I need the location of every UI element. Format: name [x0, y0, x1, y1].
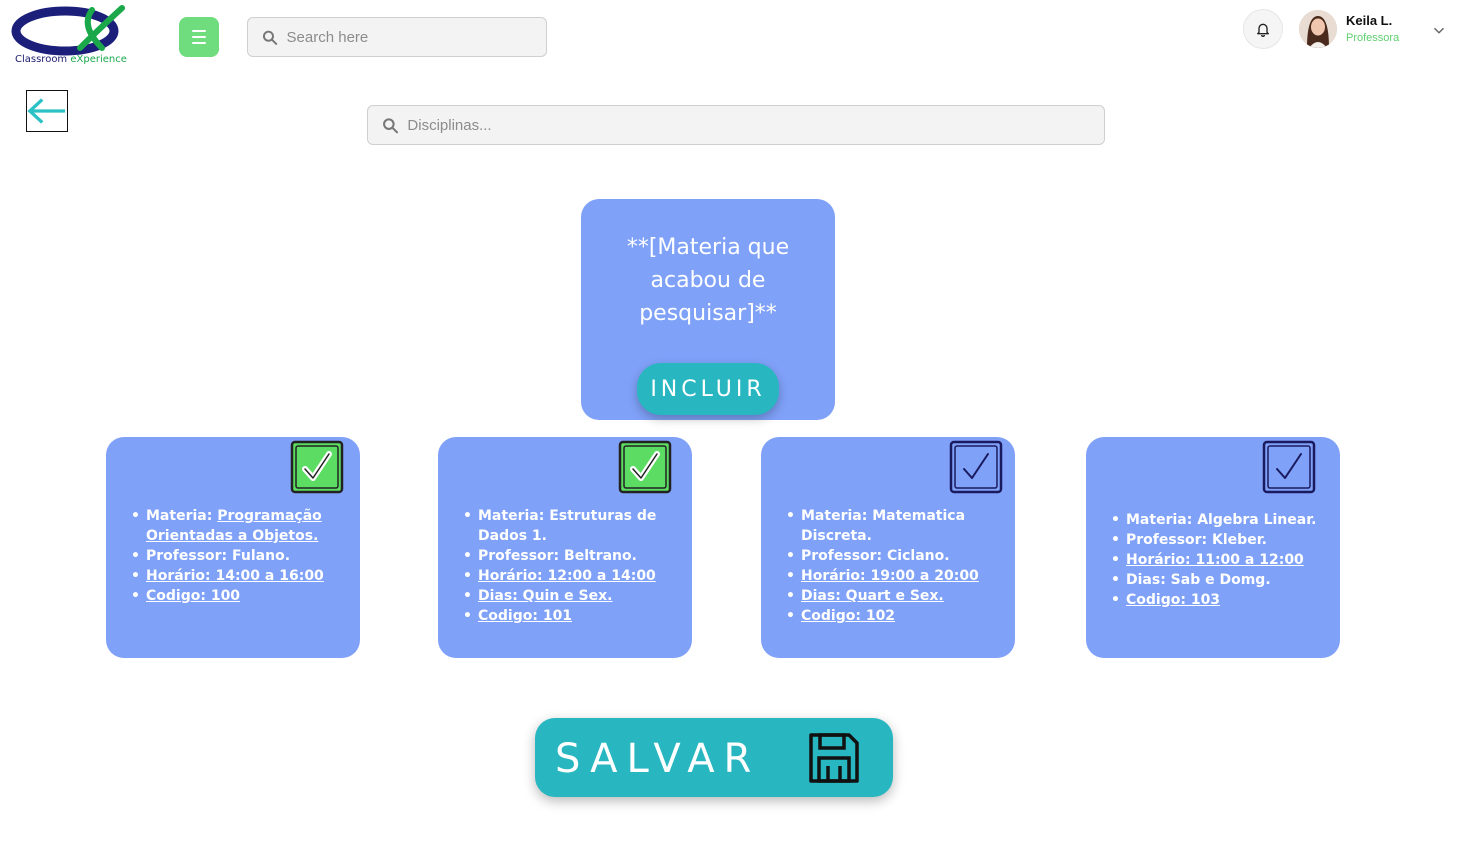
avatar-image [1299, 10, 1337, 48]
course-details: Materia: Estruturas de Dados 1. Professo… [460, 506, 670, 626]
course-code[interactable]: Codigo: 102 [783, 606, 993, 626]
search-icon [262, 30, 278, 45]
course-schedule[interactable]: Horário: 11:00 a 12:00 [1108, 550, 1318, 570]
course-code[interactable]: Codigo: 101 [460, 606, 670, 626]
menu-icon-bar [192, 36, 206, 38]
course-schedule[interactable]: Horário: 19:00 a 20:00 [783, 566, 993, 586]
global-search[interactable] [247, 17, 547, 57]
checkbox-icon[interactable] [618, 440, 672, 494]
course-code[interactable]: Codigo: 100 [128, 586, 338, 606]
menu-icon-bar [192, 42, 206, 44]
menu-icon [192, 30, 206, 32]
checkbox-icon[interactable] [949, 440, 1003, 494]
course-schedule[interactable]: Horário: 14:00 a 16:00 [128, 566, 338, 586]
avatar[interactable] [1299, 10, 1337, 48]
course-subject: Materia: Programação Orientadas a Objeto… [128, 506, 338, 546]
save-button-label: SALVAR [555, 736, 761, 782]
course-card: Materia: Programação Orientadas a Objeto… [106, 437, 360, 658]
search-icon [383, 117, 399, 133]
course-code[interactable]: Codigo: 103 [1108, 590, 1318, 610]
user-role: Professora [1346, 32, 1400, 44]
save-icon [809, 733, 859, 783]
global-search-input[interactable] [286, 28, 546, 46]
course-schedule[interactable]: Horário: 12:00 a 14:00 [460, 566, 670, 586]
course-card: Materia: Matematica Discreta. Professor:… [761, 437, 1015, 658]
course-days: Dias: Sab e Domg. [1108, 570, 1318, 590]
checkbox-icon[interactable] [1262, 440, 1316, 494]
course-details: Materia: Matematica Discreta. Professor:… [783, 506, 993, 626]
include-button[interactable]: INCLUIR [637, 363, 779, 415]
search-result-card: **[Materia que acabou de pesquisar]** IN… [581, 199, 835, 420]
search-result-text: **[Materia que acabou de pesquisar]** [626, 235, 790, 326]
course-professor: Professor: Beltrano. [460, 546, 670, 566]
notifications-button[interactable] [1243, 9, 1283, 49]
course-days[interactable]: Dias: Quart e Sex. [783, 586, 993, 606]
logo-brand-accent: eXperience [70, 54, 127, 65]
logo-text: Classroom eXperience [15, 54, 127, 65]
user-name: Keila L. [1346, 13, 1393, 28]
save-button[interactable]: SALVAR [535, 718, 893, 797]
course-subject: Materia: Matematica Discreta. [783, 506, 993, 546]
course-details: Materia: Algebra Linear. Professor: Kleb… [1108, 510, 1318, 610]
menu-button[interactable] [179, 17, 219, 57]
course-subject: Materia: Estruturas de Dados 1. [460, 506, 670, 546]
disciplines-search-input[interactable] [407, 116, 1104, 134]
chevron-down-icon[interactable] [1432, 24, 1446, 38]
course-subject-label: Materia: [146, 508, 218, 524]
disciplines-search[interactable] [367, 105, 1105, 145]
course-days[interactable]: Dias: Quin e Sex. [460, 586, 670, 606]
bell-icon [1257, 23, 1269, 37]
course-professor: Professor: Ciclano. [783, 546, 993, 566]
back-arrow-icon [27, 98, 66, 124]
logo-brand-main: Classroom [15, 54, 68, 65]
course-subject: Materia: Algebra Linear. [1108, 510, 1318, 530]
checkbox-icon[interactable] [290, 440, 344, 494]
course-card: Materia: Algebra Linear. Professor: Kleb… [1086, 437, 1340, 658]
course-details: Materia: Programação Orientadas a Objeto… [128, 506, 338, 606]
back-button[interactable] [26, 90, 68, 132]
course-professor: Professor: Fulano. [128, 546, 338, 566]
course-card: Materia: Estruturas de Dados 1. Professo… [438, 437, 692, 658]
course-professor: Professor: Kleber. [1108, 530, 1318, 550]
